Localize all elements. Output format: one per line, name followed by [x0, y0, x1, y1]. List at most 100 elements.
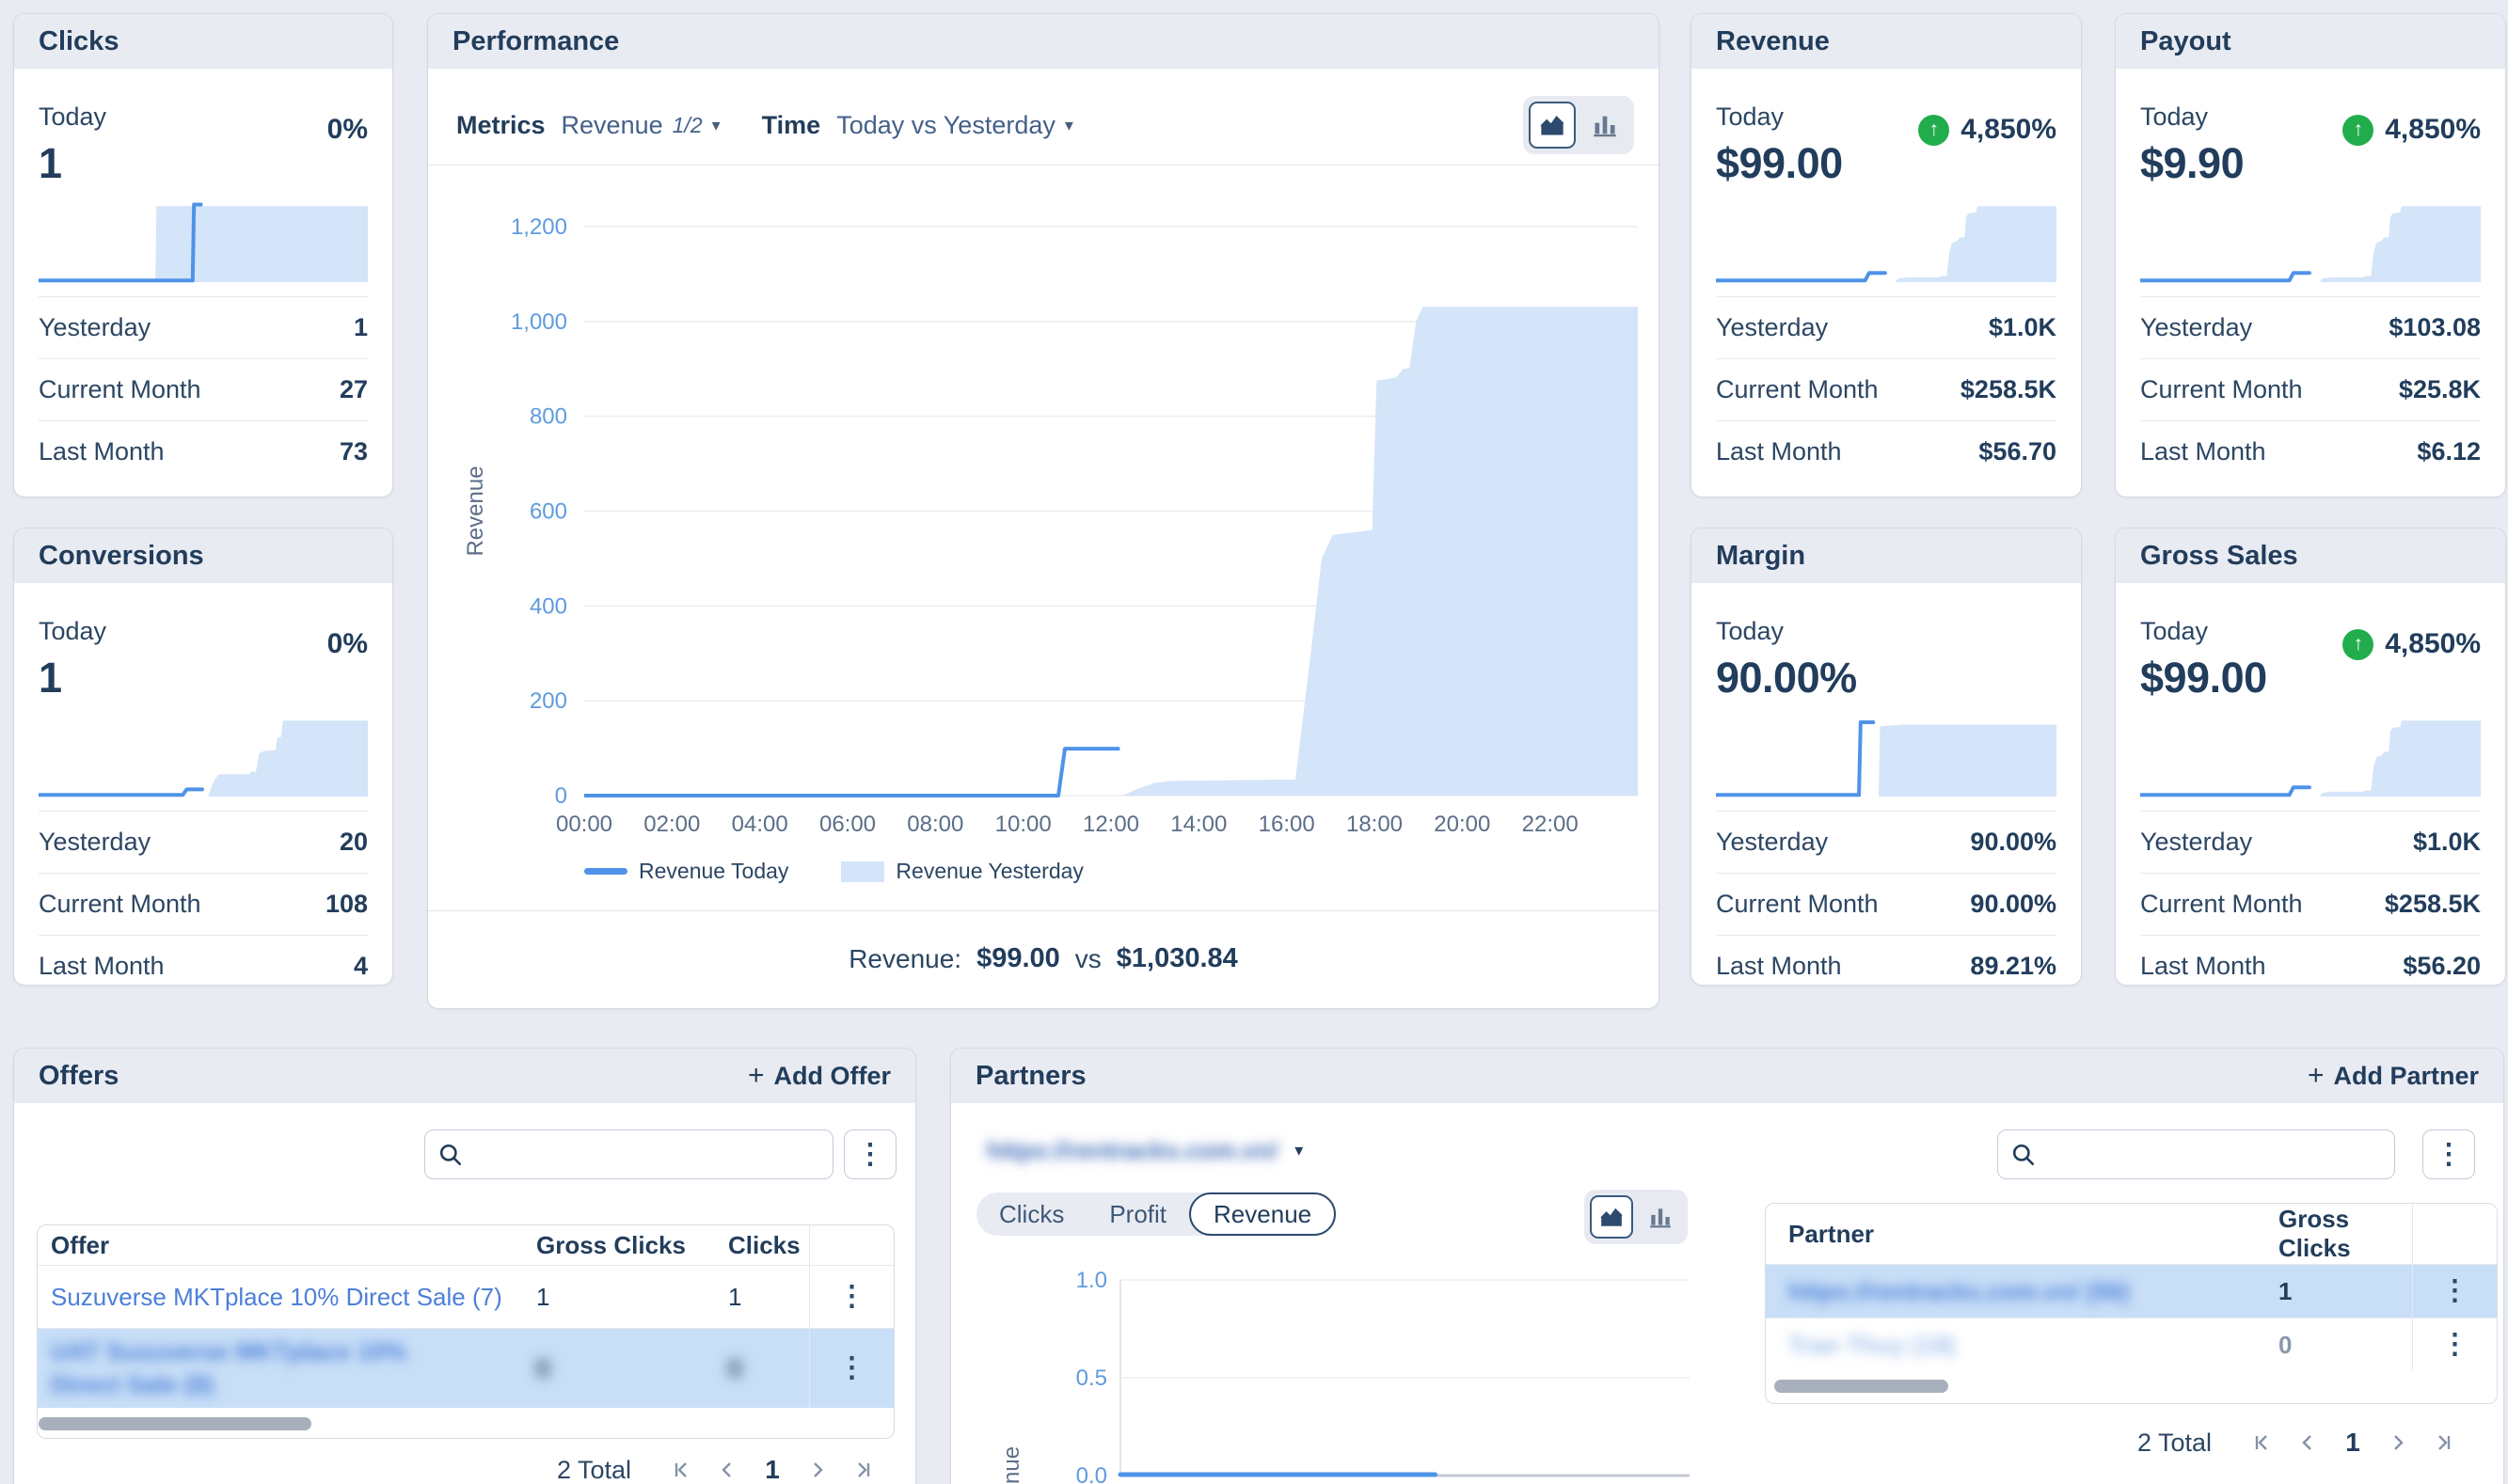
svg-text:14:00: 14:00 — [1170, 812, 1227, 837]
gross-clicks-value: 1 — [523, 1283, 715, 1312]
row-menu-button[interactable]: ⋮ — [2412, 1265, 2497, 1318]
offers-search — [424, 1129, 833, 1179]
stat-row: Current Month90.00% — [1716, 874, 2056, 936]
next-page-button[interactable] — [2375, 1432, 2421, 1453]
area-chart-icon — [1599, 1205, 1624, 1229]
partners-search-input[interactable] — [2045, 1140, 2381, 1169]
today-label: Today — [1716, 617, 2056, 646]
bar-chart-toggle-button[interactable] — [1581, 102, 1628, 149]
metrics-dropdown[interactable]: Revenue 1/2 ▾ — [562, 111, 721, 140]
add-offer-button[interactable]: + Add Offer — [748, 1060, 891, 1092]
current-page[interactable]: 1 — [2330, 1428, 2375, 1458]
stat-label: Current Month — [1716, 890, 1879, 919]
partner-url-dropdown[interactable]: https://rentracks.com.vn/ ▾ — [987, 1136, 1303, 1165]
column-header-partner[interactable]: Partner — [1766, 1220, 2265, 1249]
stat-value: $56.20 — [2403, 952, 2481, 981]
card-title: Performance — [452, 26, 619, 57]
partner-link[interactable]: https://rentracks.com.vn/ (56) — [1766, 1277, 2265, 1306]
today-value: 1 — [39, 654, 368, 703]
svg-text:800: 800 — [530, 404, 567, 430]
partners-pagination: 2 Total 1 — [2137, 1428, 2466, 1458]
offers-menu-button[interactable]: ⋮ — [844, 1129, 897, 1179]
svg-text:0.5: 0.5 — [1076, 1366, 1107, 1391]
next-page-button[interactable] — [795, 1460, 840, 1480]
change-value: 0% — [327, 114, 368, 146]
partners-menu-button[interactable]: ⋮ — [2422, 1129, 2475, 1179]
up-arrow-icon: ↑ — [2342, 629, 2373, 660]
table-row-selected[interactable]: UAT Suzuverse MKTplace 10% Direct Sale (… — [38, 1329, 894, 1408]
row-menu-button[interactable]: ⋮ — [809, 1329, 894, 1408]
column-header-offer[interactable]: Offer — [38, 1231, 523, 1260]
prev-page-button[interactable] — [705, 1460, 750, 1480]
stat-value: 1 — [354, 313, 368, 342]
partners-table: Partner Gross Clicks https://rentracks.c… — [1765, 1203, 2498, 1404]
change-indicator: ↑ 4,850% — [1918, 114, 2056, 146]
stat-value: $56.70 — [1978, 437, 2056, 466]
plus-icon: + — [2308, 1060, 2325, 1092]
tab-profit[interactable]: Profit — [1087, 1200, 1189, 1229]
table-row[interactable]: Suzuverse MKTplace 10% Direct Sale (7) 1… — [38, 1266, 894, 1329]
offer-link[interactable]: UAT Suzuverse MKTplace 10% Direct Sale (… — [38, 1335, 523, 1401]
today-label: Today — [39, 617, 368, 646]
svg-text:04:00: 04:00 — [732, 812, 788, 837]
column-header-clicks[interactable]: Clicks — [715, 1231, 809, 1260]
svg-text:22:00: 22:00 — [1522, 812, 1579, 837]
row-menu-button[interactable]: ⋮ — [809, 1266, 894, 1328]
table-row-selected[interactable]: https://rentracks.com.vn/ (56) 1 ⋮ — [1766, 1265, 2497, 1318]
horizontal-scrollbar-thumb[interactable] — [39, 1417, 311, 1430]
add-partner-button[interactable]: + Add Partner — [2308, 1060, 2479, 1092]
stat-row: Yesterday 1 — [39, 297, 368, 359]
stat-label: Yesterday — [39, 313, 151, 342]
today-value: $99.00 — [2140, 654, 2481, 703]
time-dropdown[interactable]: Today vs Yesterday ▾ — [836, 111, 1073, 140]
line-chart-toggle-button[interactable] — [1529, 102, 1576, 149]
offers-search-input[interactable] — [472, 1140, 819, 1169]
change-indicator: ↑ 0% — [327, 114, 368, 146]
offer-link[interactable]: Suzuverse MKTplace 10% Direct Sale (7) — [38, 1283, 523, 1312]
stat-value: 90.00% — [1970, 828, 2056, 857]
partners-metric-tabs: Clicks Profit Revenue — [976, 1192, 1296, 1236]
stat-value: $258.5K — [2385, 890, 2481, 919]
svg-text:20:00: 20:00 — [1434, 812, 1490, 837]
gross-sales-sparkline — [2140, 714, 2481, 799]
partners-chart: 1.00.50.0Revenue — [951, 1265, 1722, 1484]
horizontal-scrollbar-thumb[interactable] — [1774, 1380, 1948, 1393]
stat-row: Yesterday$103.08 — [2140, 297, 2481, 359]
today-value: $9.90 — [2140, 139, 2481, 188]
current-page[interactable]: 1 — [750, 1455, 795, 1484]
up-arrow-icon: ↑ — [2342, 115, 2373, 146]
table-row[interactable]: Tran Thuy (18) 0 ⋮ — [1766, 1318, 2497, 1371]
stat-label: Current Month — [39, 890, 201, 919]
card-title: Margin — [1716, 541, 1805, 572]
today-value: $99.00 — [1716, 139, 2056, 188]
column-header-gross-clicks[interactable]: Gross Clicks — [523, 1231, 715, 1260]
tab-revenue[interactable]: Revenue — [1189, 1192, 1336, 1236]
stat-value: $1.0K — [1989, 313, 2056, 342]
row-menu-button[interactable]: ⋮ — [2412, 1318, 2497, 1371]
stat-row: Yesterday$1.0K — [2140, 812, 2481, 874]
partner-link[interactable]: Tran Thuy (18) — [1766, 1331, 2265, 1360]
clicks-card-header: Clicks — [14, 14, 392, 69]
bar-chart-toggle-button[interactable] — [1639, 1195, 1682, 1239]
today-value: 90.00% — [1716, 654, 2056, 703]
line-chart-toggle-button[interactable] — [1590, 1195, 1633, 1239]
last-page-button[interactable] — [2421, 1432, 2466, 1453]
first-page-button[interactable] — [659, 1460, 705, 1480]
tab-clicks[interactable]: Clicks — [976, 1200, 1087, 1229]
last-page-button[interactable] — [840, 1460, 885, 1480]
kebab-icon: ⋮ — [856, 1141, 884, 1169]
clicks-value: 1 — [715, 1283, 809, 1312]
summary-vs: vs — [1075, 944, 1102, 974]
prev-page-button[interactable] — [2285, 1432, 2330, 1453]
stat-label: Yesterday — [2140, 828, 2252, 857]
column-header-gross-clicks[interactable]: Gross Clicks — [2265, 1205, 2412, 1263]
bar-chart-icon — [1592, 112, 1618, 138]
change-value: 4,850% — [2385, 114, 2481, 146]
svg-text:1,200: 1,200 — [511, 214, 567, 240]
stat-value: $6.12 — [2417, 437, 2481, 466]
legend-item-yesterday: Revenue Yesterday — [841, 859, 1084, 884]
stat-label: Last Month — [2140, 437, 2266, 466]
dashboard: Clicks Today ↑ 0% 1 Yesterday 1 Current M… — [0, 0, 2508, 1484]
change-value: 4,850% — [1960, 114, 2056, 146]
first-page-button[interactable] — [2240, 1432, 2285, 1453]
